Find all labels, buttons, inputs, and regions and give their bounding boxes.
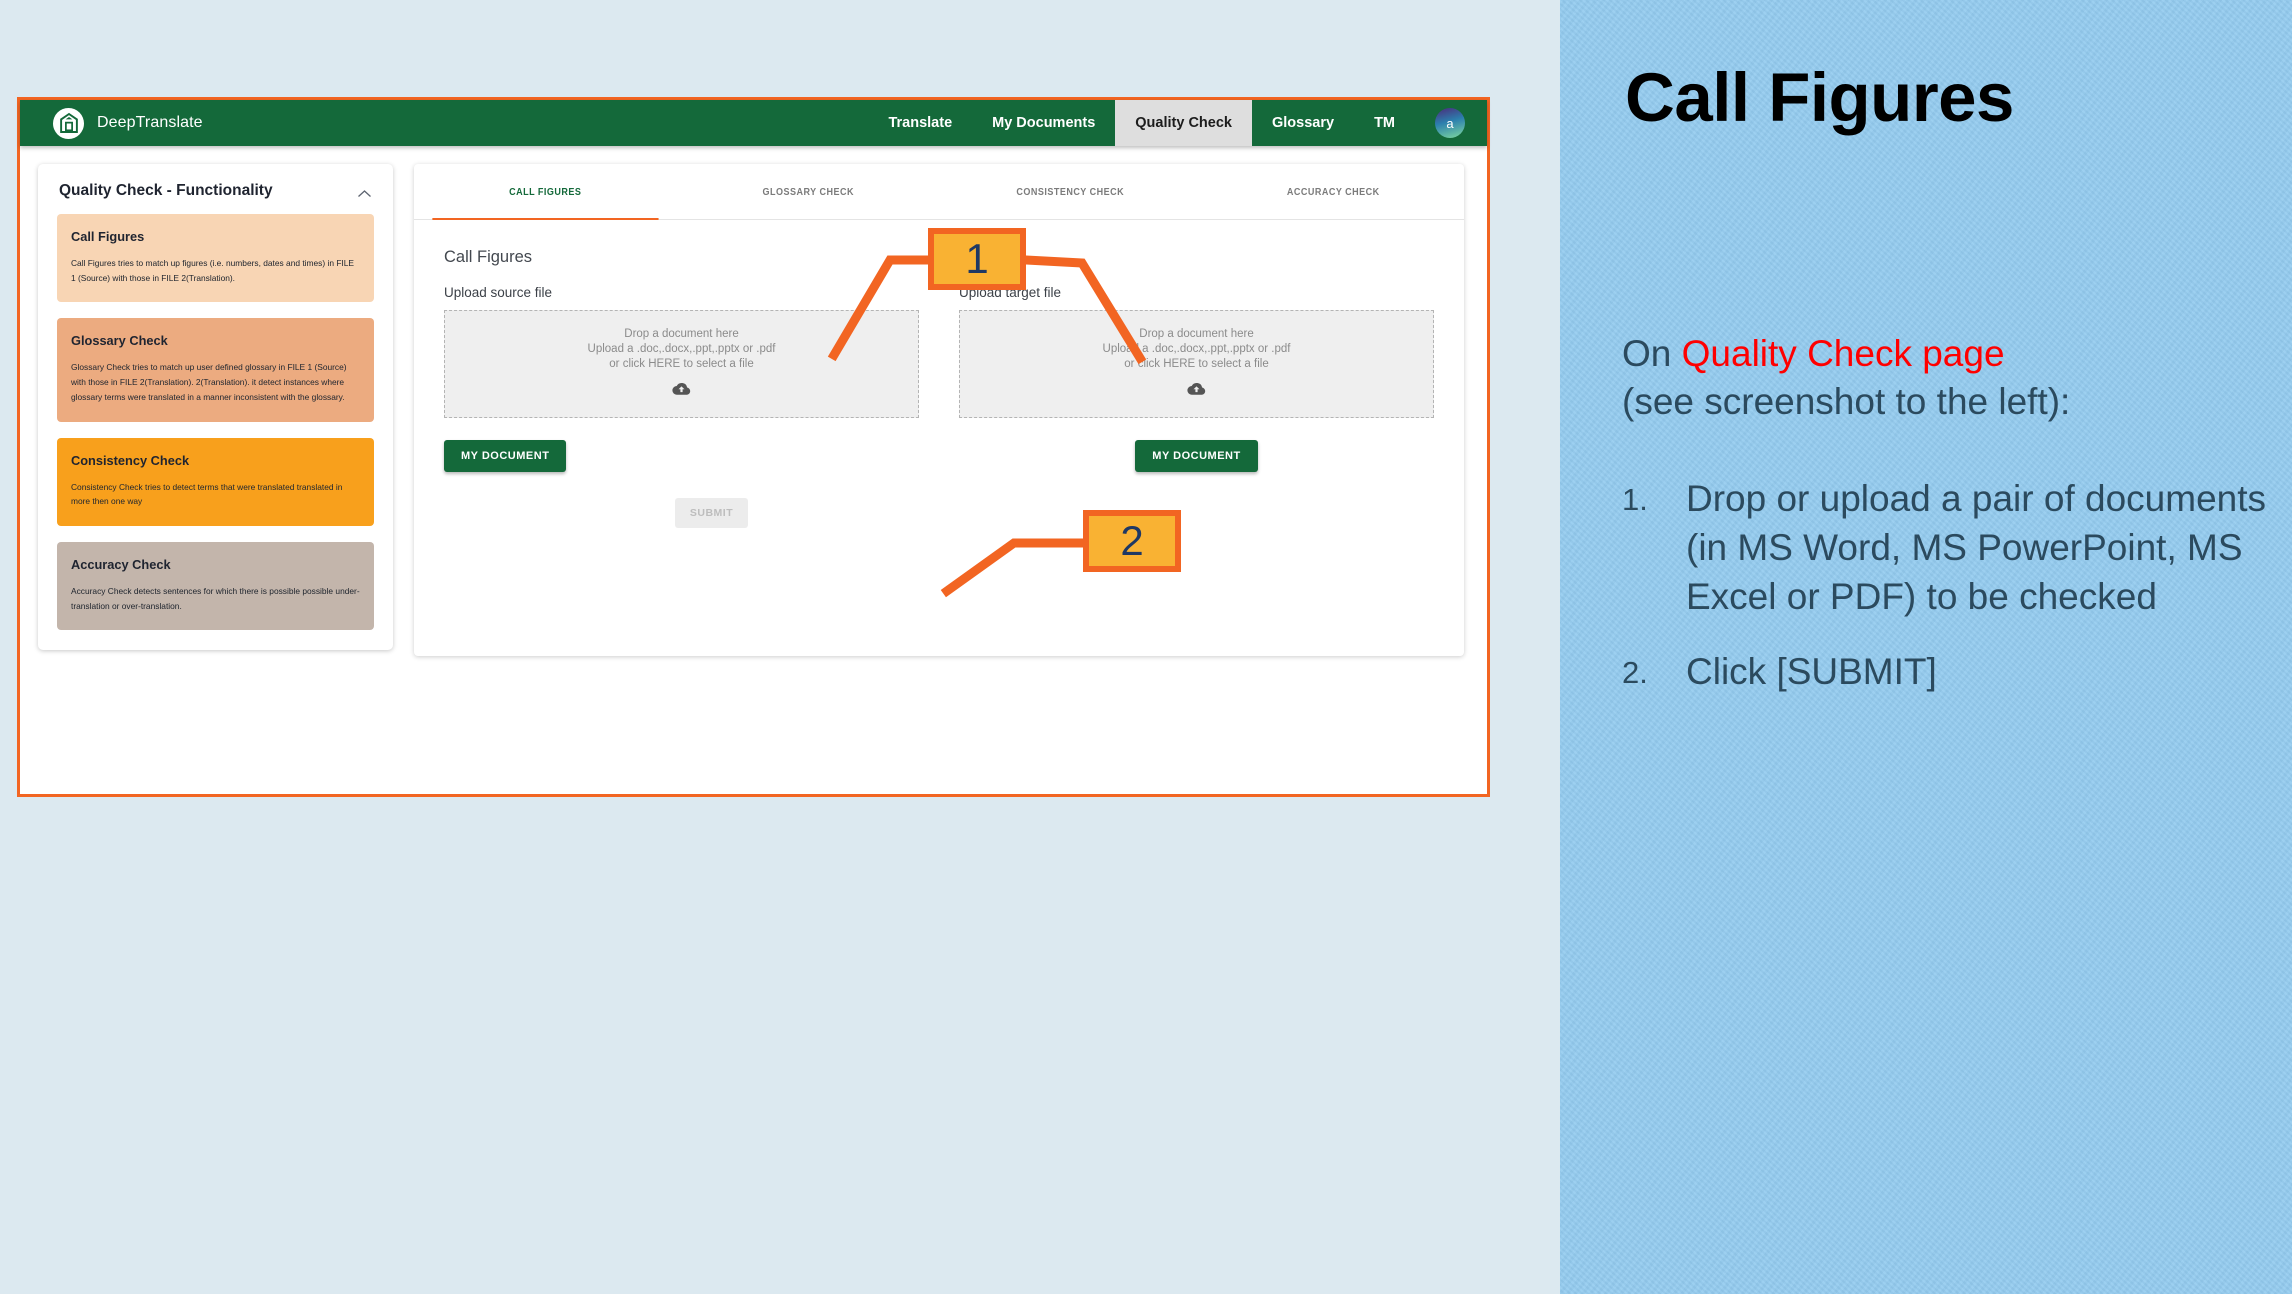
source-button-column: MY DOCUMENT [444, 440, 919, 472]
sidebar-title: Quality Check - Functionality [59, 182, 273, 199]
dropzone-line-1: Drop a document here [624, 327, 739, 340]
instruction-step: 1. Drop or upload a pair of documents (i… [1622, 474, 2282, 622]
target-upload-column: Upload target file Drop a document here … [959, 285, 1434, 418]
tab-consistency-check[interactable]: CONSISTENCY CHECK [957, 164, 1183, 219]
upload-row: Upload source file Drop a document here … [414, 267, 1464, 418]
feature-card-title: Consistency Check [71, 452, 190, 468]
nav-item-my-documents[interactable]: My Documents [972, 100, 1115, 146]
tab-bar: CALL FIGURES GLOSSARY CHECK CONSISTENCY … [414, 164, 1464, 220]
feature-card-description: Accuracy Check detects sentences for whi… [71, 585, 360, 611]
step-number: 2. [1622, 654, 1648, 690]
panel-title: Call Figures [444, 248, 533, 266]
target-button-column: MY DOCUMENT [959, 440, 1434, 472]
screenshot-region: DeepTranslate Translate My Documents Qua… [0, 0, 1560, 1294]
app-body: Quality Check - Functionality Call Figur… [20, 146, 1487, 794]
feature-card-title: Call Figures [71, 229, 145, 244]
feature-card-description: Call Figures tries to match up figures (… [71, 258, 355, 283]
dropzone-line-3: or click HERE to select a file [1124, 357, 1269, 370]
submit-row: SUBMIT [414, 472, 1464, 528]
app-window-frame: DeepTranslate Translate My Documents Qua… [17, 97, 1490, 797]
feature-card-consistency-check[interactable]: Consistency Check Consistency Check trie… [57, 437, 374, 526]
upload-target-label: Upload target file [959, 285, 1062, 300]
upload-source-label: Upload source file [444, 285, 553, 300]
brand-area: DeepTranslate [20, 107, 203, 139]
instruction-steps: 1. Drop or upload a pair of documents (i… [1622, 474, 2282, 721]
lead-prefix: On [1622, 333, 1682, 374]
source-my-document-button[interactable]: MY DOCUMENT [444, 440, 567, 472]
target-dropzone[interactable]: Drop a document here Upload a .doc,.docx… [959, 310, 1434, 418]
tab-accuracy-check[interactable]: ACCURACY CHECK [1220, 164, 1446, 219]
instructions-lead: On Quality Check page (see screenshot to… [1622, 330, 2070, 425]
feature-card-call-figures[interactable]: Call Figures Call Figures tries to match… [57, 214, 374, 303]
tab-call-figures[interactable]: CALL FIGURES [432, 164, 658, 220]
dropzone-line-3: or click HERE to select a file [609, 357, 754, 370]
feature-card-description: Consistency Check tries to detect terms … [71, 481, 343, 507]
instructions-panel: Call Figures On Quality Check page (see … [1560, 0, 2292, 1294]
step-text: Drop or upload a pair of documents (in M… [1686, 478, 2267, 618]
top-navigation-bar: DeepTranslate Translate My Documents Qua… [20, 100, 1487, 146]
cloud-upload-icon[interactable] [672, 382, 691, 401]
submit-button[interactable]: SUBMIT [674, 498, 749, 528]
brand-name: DeepTranslate [97, 114, 203, 131]
dropzone-line-2: Upload a .doc,.docx,.ppt,.pptx or .pdf [587, 342, 776, 355]
cloud-upload-icon[interactable] [1187, 382, 1206, 401]
feature-card-glossary-check[interactable]: Glossary Check Glossary Check tries to m… [57, 318, 374, 422]
step-text: Click [SUBMIT] [1686, 650, 1937, 692]
tab-glossary-check[interactable]: GLOSSARY CHECK [695, 164, 921, 219]
slide-title: Call Figures [1625, 59, 2014, 136]
dropzone-line-2: Upload a .doc,.docx,.ppt,.pptx or .pdf [1102, 342, 1291, 355]
chevron-up-icon[interactable] [357, 186, 372, 197]
source-upload-column: Upload source file Drop a document here … [444, 285, 919, 418]
instruction-step: 2. Click [SUBMIT] [1622, 647, 2282, 696]
source-dropzone[interactable]: Drop a document here Upload a .doc,.docx… [444, 310, 919, 418]
step-number: 1. [1622, 482, 1648, 517]
nav-links: Translate My Documents Quality Check Glo… [868, 100, 1487, 146]
lead-highlight: Quality Check page [1681, 333, 2005, 374]
document-buttons-row: MY DOCUMENT MY DOCUMENT [414, 418, 1464, 472]
target-my-document-button[interactable]: MY DOCUMENT [1135, 440, 1258, 472]
sidebar-header[interactable]: Quality Check - Functionality [38, 164, 393, 214]
nav-item-translate[interactable]: Translate [868, 100, 972, 146]
quality-check-functionality-panel: Quality Check - Functionality Call Figur… [38, 164, 393, 651]
building-logo-icon [53, 107, 84, 139]
dropzone-line-1: Drop a document here [1139, 327, 1254, 340]
feature-card-accuracy-check[interactable]: Accuracy Check Accuracy Check detects se… [57, 541, 374, 631]
lead-suffix: (see screenshot to the left): [1622, 380, 2071, 422]
feature-card-title: Glossary Check [71, 333, 168, 349]
nav-item-glossary[interactable]: Glossary [1252, 100, 1354, 146]
quality-check-main-panel: CALL FIGURES GLOSSARY CHECK CONSISTENCY … [414, 164, 1464, 656]
avatar[interactable]: a [1435, 108, 1465, 138]
feature-card-description: Glossary Check tries to match up user de… [71, 362, 347, 402]
nav-item-tm[interactable]: TM [1354, 100, 1415, 146]
feature-card-title: Accuracy Check [71, 556, 171, 572]
nav-item-quality-check[interactable]: Quality Check [1115, 100, 1252, 146]
